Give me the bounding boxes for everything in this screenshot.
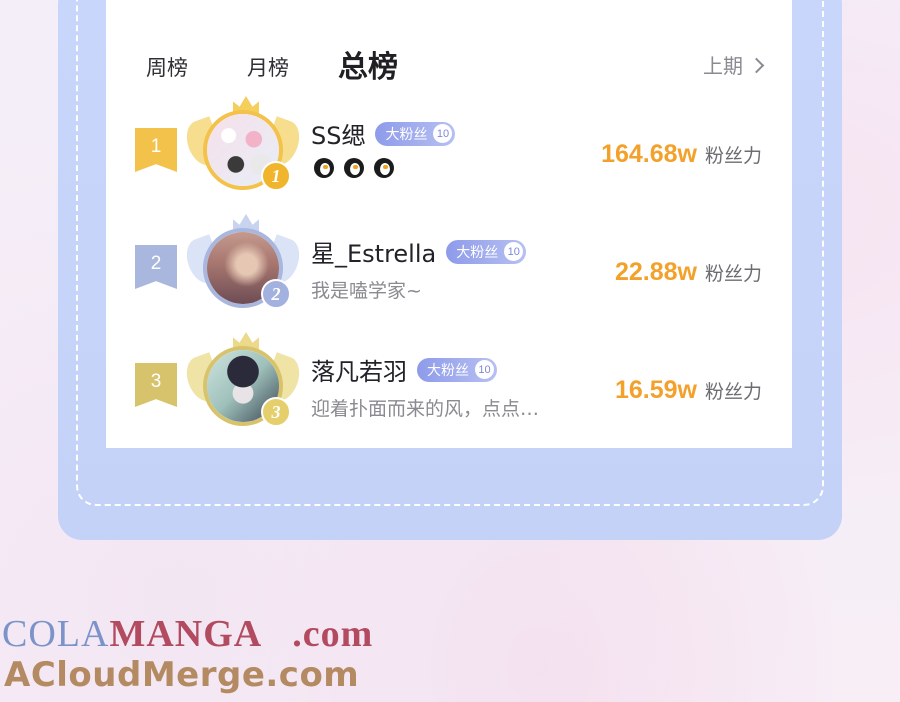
place-badge: 3	[261, 397, 291, 427]
penguin-icon	[341, 156, 367, 178]
previous-period-link[interactable]: 上期	[703, 50, 765, 79]
rank-flag: 1	[135, 128, 177, 172]
tab-monthly[interactable]: 月榜	[247, 52, 289, 82]
fan-power-score: 164.68w 粉丝力	[601, 140, 762, 169]
user-name[interactable]: 星_Estrella	[311, 234, 436, 269]
score-value: 22.88w	[614, 258, 697, 286]
penguin-icon	[311, 156, 337, 178]
watermark-colamanga: COLAMANGA .com	[2, 612, 373, 656]
score-unit: 粉丝力	[704, 381, 762, 403]
leaderboard-card: 周榜 月榜 总榜 上期 1 1 SS缌 大粉丝 10 164.68w 粉丝力 2…	[106, 0, 792, 448]
watermark-part: MANGA	[109, 613, 263, 655]
place-badge: 2	[261, 279, 291, 309]
leaderboard-row-2[interactable]: 2 2 星_Estrella 大粉丝 10 我是嗑学家~ 22.88w 粉丝力	[106, 214, 792, 326]
fan-badge-label: 大粉丝	[456, 244, 499, 261]
fan-level-number: 10	[433, 124, 453, 143]
previous-period-label: 上期	[703, 54, 743, 78]
fan-badge-label: 大粉丝	[385, 126, 428, 143]
score-value: 164.68w	[601, 140, 697, 168]
user-name[interactable]: 落凡若羽	[311, 352, 407, 387]
rank-number: 2	[150, 253, 162, 274]
rank-number: 3	[150, 371, 162, 392]
ranking-tabs: 周榜 月榜 总榜 上期	[106, 0, 792, 100]
leaderboard-row-1[interactable]: 1 1 SS缌 大粉丝 10 164.68w 粉丝力	[106, 96, 792, 208]
watermark-part: COLA	[2, 613, 110, 655]
score-value: 16.59w	[614, 376, 697, 404]
watermark-acloudmerge: ACloudMerge.com	[4, 655, 360, 695]
watermark-part: .com	[292, 613, 374, 655]
tab-total[interactable]: 总榜	[338, 42, 398, 86]
score-unit: 粉丝力	[704, 263, 762, 285]
rank-flag: 2	[135, 245, 177, 289]
fan-level-number: 10	[504, 242, 524, 261]
fan-level-number: 10	[475, 360, 494, 379]
user-name-row: 星_Estrella 大粉丝 10	[311, 234, 527, 269]
penguin-icons	[311, 156, 397, 178]
rank-number: 1	[150, 136, 162, 157]
fan-power-score: 22.88w 粉丝力	[615, 258, 762, 287]
penguin-icon	[371, 156, 397, 178]
rank-flag: 3	[135, 363, 177, 407]
chevron-right-icon	[748, 57, 765, 73]
user-signature: 我是嗑学家~	[311, 280, 422, 302]
place-badge: 1	[261, 161, 291, 191]
user-signature: 迎着扑面而来的风，点点…	[311, 398, 540, 420]
user-name[interactable]: SS缌	[311, 116, 365, 151]
fan-badge-label: 大粉丝	[427, 362, 469, 379]
user-name-row: SS缌 大粉丝 10	[311, 116, 456, 151]
tab-weekly[interactable]: 周榜	[146, 52, 188, 82]
leaderboard-row-3[interactable]: 3 3 落凡若羽 大粉丝 10 迎着扑面而来的风，点点… 16.59w 粉丝力	[106, 332, 792, 444]
user-name-row: 落凡若羽 大粉丝 10	[311, 352, 497, 387]
fan-level-badge: 大粉丝 10	[375, 121, 456, 146]
fan-level-badge: 大粉丝 10	[417, 357, 497, 382]
score-unit: 粉丝力	[704, 145, 762, 167]
fan-power-score: 16.59w 粉丝力	[615, 376, 762, 405]
fan-level-badge: 大粉丝 10	[446, 239, 527, 264]
